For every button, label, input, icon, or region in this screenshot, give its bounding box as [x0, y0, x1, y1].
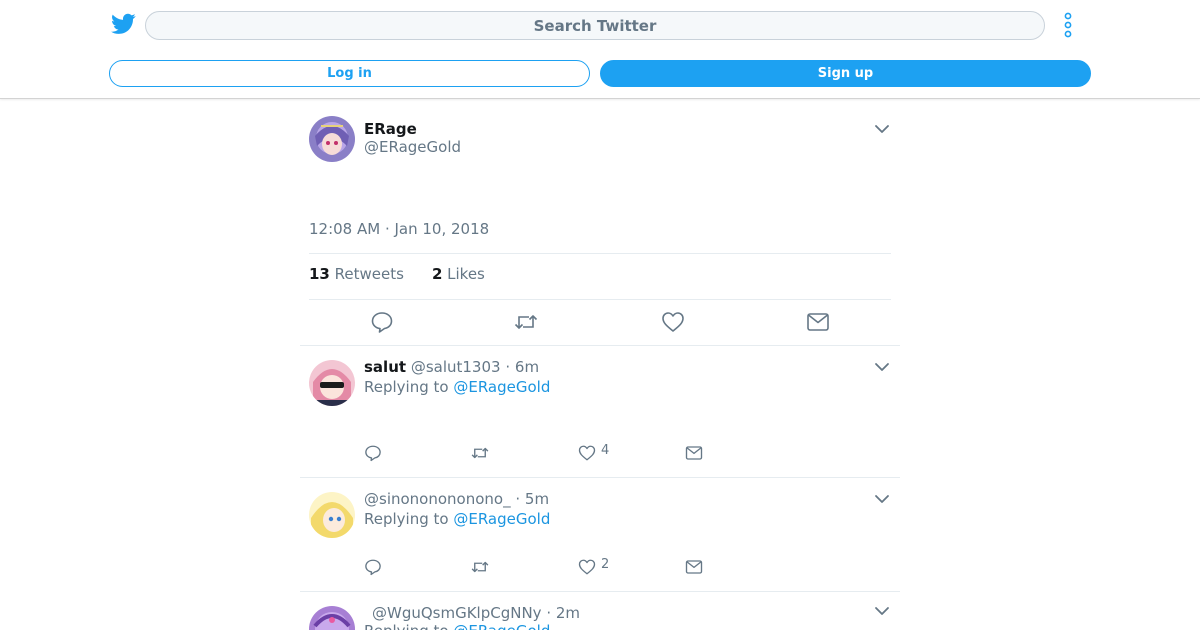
replying-to-link[interactable]: @ERageGold [453, 510, 550, 528]
tweet-timestamp[interactable]: 12:08 AM · Jan 10, 2018 [309, 220, 489, 238]
retweet-icon[interactable] [471, 558, 489, 576]
retweet-icon[interactable] [471, 444, 489, 462]
reply-time[interactable]: · 5m [515, 490, 549, 508]
reply-actions: 2 [364, 557, 724, 578]
envelope-icon[interactable] [806, 310, 830, 334]
chevron-down-icon[interactable] [874, 606, 890, 616]
reply-icon[interactable] [370, 310, 394, 334]
reply-time[interactable]: · 2m [546, 604, 580, 622]
reply-icon[interactable] [364, 558, 382, 576]
likes-stat[interactable]: 2 Likes [432, 265, 485, 283]
reply-actions: 4 [364, 443, 724, 464]
tweet-author-handle[interactable]: @ERageGold [364, 138, 461, 156]
retweets-count: 13 [309, 265, 330, 283]
tweet-author-name[interactable]: ERage [364, 120, 417, 138]
reply-author-handle[interactable]: @salut1303 [411, 358, 501, 376]
divider [309, 253, 891, 254]
replying-to: Replying to @ERageGold [364, 510, 550, 528]
login-button[interactable]: Log in [109, 60, 590, 87]
likes-count: 2 [431, 265, 443, 283]
retweets-label: Retweets [334, 265, 404, 283]
avatar[interactable] [309, 116, 355, 162]
replying-prefix: Replying to [364, 622, 449, 630]
retweet-icon[interactable] [514, 310, 538, 334]
reply-author-handle[interactable]: @WguQsmGKlpCgNNy [372, 604, 542, 622]
replying-prefix: Replying to [364, 510, 449, 528]
replying-to-link[interactable]: @ERageGold [453, 378, 550, 396]
heart-icon[interactable] [578, 444, 596, 462]
envelope-icon[interactable] [685, 444, 703, 462]
reply-icon[interactable] [364, 444, 382, 462]
heart-icon[interactable] [578, 558, 596, 576]
search-input[interactable]: Search Twitter [145, 11, 1045, 40]
tweet-actions [300, 306, 900, 338]
chevron-down-icon[interactable] [874, 124, 890, 134]
envelope-icon[interactable] [685, 558, 703, 576]
replying-to: Replying to @ERageGold [364, 622, 550, 630]
reply-author-handle[interactable]: @sinononononono_ [364, 490, 511, 508]
avatar[interactable] [309, 360, 355, 406]
like-count: 4 [601, 443, 610, 458]
signup-button[interactable]: Sign up [600, 60, 1091, 87]
reply-tweet[interactable]: @sinononononono_ · 5m Replying to @ERage… [300, 478, 900, 591]
twitter-bird-icon[interactable] [111, 13, 136, 35]
reply-header: @WguQsmGKlpCgNNy · 2m [372, 604, 580, 622]
reply-time[interactable]: · 6m [505, 358, 539, 376]
reply-header: @sinononononono_ · 5m [364, 490, 549, 508]
avatar[interactable] [309, 606, 355, 630]
tweet-stats: 13 Retweets 2 Likes [309, 265, 485, 283]
likes-label: Likes [447, 265, 485, 283]
reply-author-name[interactable]: salut [364, 358, 406, 376]
tweet-thread: ERage @ERageGold 12:08 AM · Jan 10, 2018… [300, 99, 900, 630]
top-header: Search Twitter Log in Sign up [0, 0, 1200, 99]
heart-icon[interactable] [661, 310, 685, 334]
chevron-down-icon[interactable] [874, 494, 890, 504]
chevron-down-icon[interactable] [874, 362, 890, 372]
replying-to-link[interactable]: @ERageGold [453, 622, 550, 630]
reply-tweet[interactable]: @WguQsmGKlpCgNNy · 2m Replying to @ERage… [300, 592, 900, 630]
avatar[interactable] [309, 492, 355, 538]
reply-tweet[interactable]: salut @salut1303 · 6m Replying to @ERage… [300, 346, 900, 477]
divider [309, 299, 891, 300]
replying-prefix: Replying to [364, 378, 449, 396]
replying-to: Replying to @ERageGold [364, 378, 550, 396]
more-vertical-icon[interactable] [1062, 12, 1074, 38]
like-count: 2 [601, 557, 610, 572]
reply-header: salut @salut1303 · 6m [364, 358, 539, 376]
retweets-stat[interactable]: 13 Retweets [309, 265, 404, 283]
